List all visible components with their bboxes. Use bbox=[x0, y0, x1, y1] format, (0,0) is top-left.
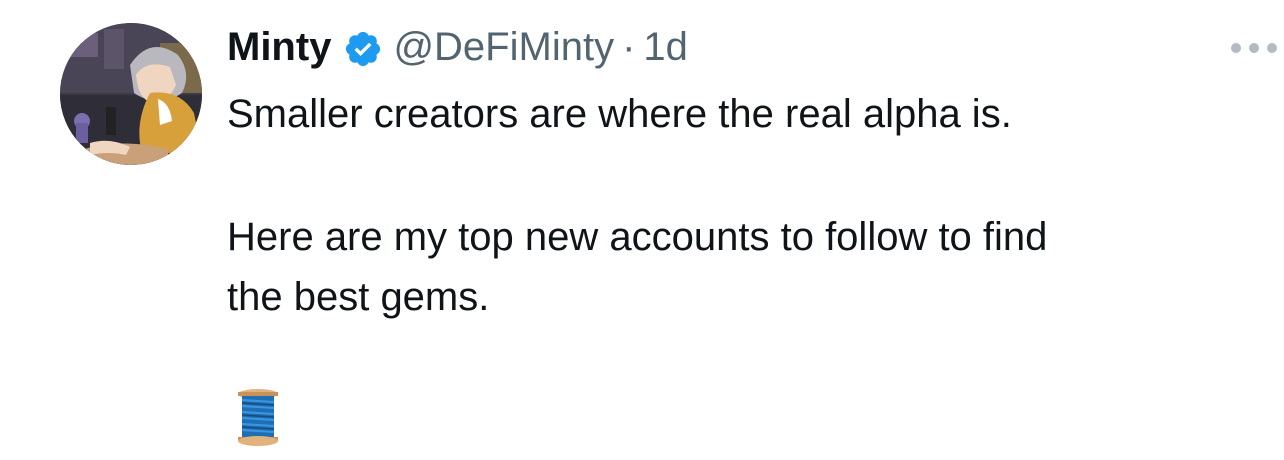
tweet-body: Minty @DeFiMinty · 1d Smaller creators a… bbox=[227, 18, 1277, 327]
separator-dot: · bbox=[622, 25, 636, 69]
tweet-text-line: Smaller creators are where the real alph… bbox=[227, 92, 1012, 136]
tweet-header: Minty @DeFiMinty · 1d bbox=[227, 18, 1237, 76]
tweet-text-line: Here are my top new accounts to follow t… bbox=[227, 215, 1048, 259]
anime-avatar-icon bbox=[60, 23, 202, 165]
handle[interactable]: @DeFiMinty bbox=[393, 18, 614, 76]
thread-spool-icon bbox=[237, 388, 279, 446]
more-dot bbox=[1249, 43, 1259, 53]
tweet: Minty @DeFiMinty · 1d Smaller creators a… bbox=[0, 0, 1284, 460]
more-options-icon[interactable] bbox=[1231, 38, 1277, 58]
verified-badge-icon bbox=[343, 27, 383, 67]
more-dot bbox=[1231, 43, 1241, 53]
display-name[interactable]: Minty bbox=[227, 18, 331, 76]
more-dot bbox=[1267, 43, 1277, 53]
tweet-text-line: the best gems. bbox=[227, 275, 490, 319]
timestamp[interactable]: 1d bbox=[643, 18, 688, 76]
avatar[interactable] bbox=[60, 23, 202, 165]
